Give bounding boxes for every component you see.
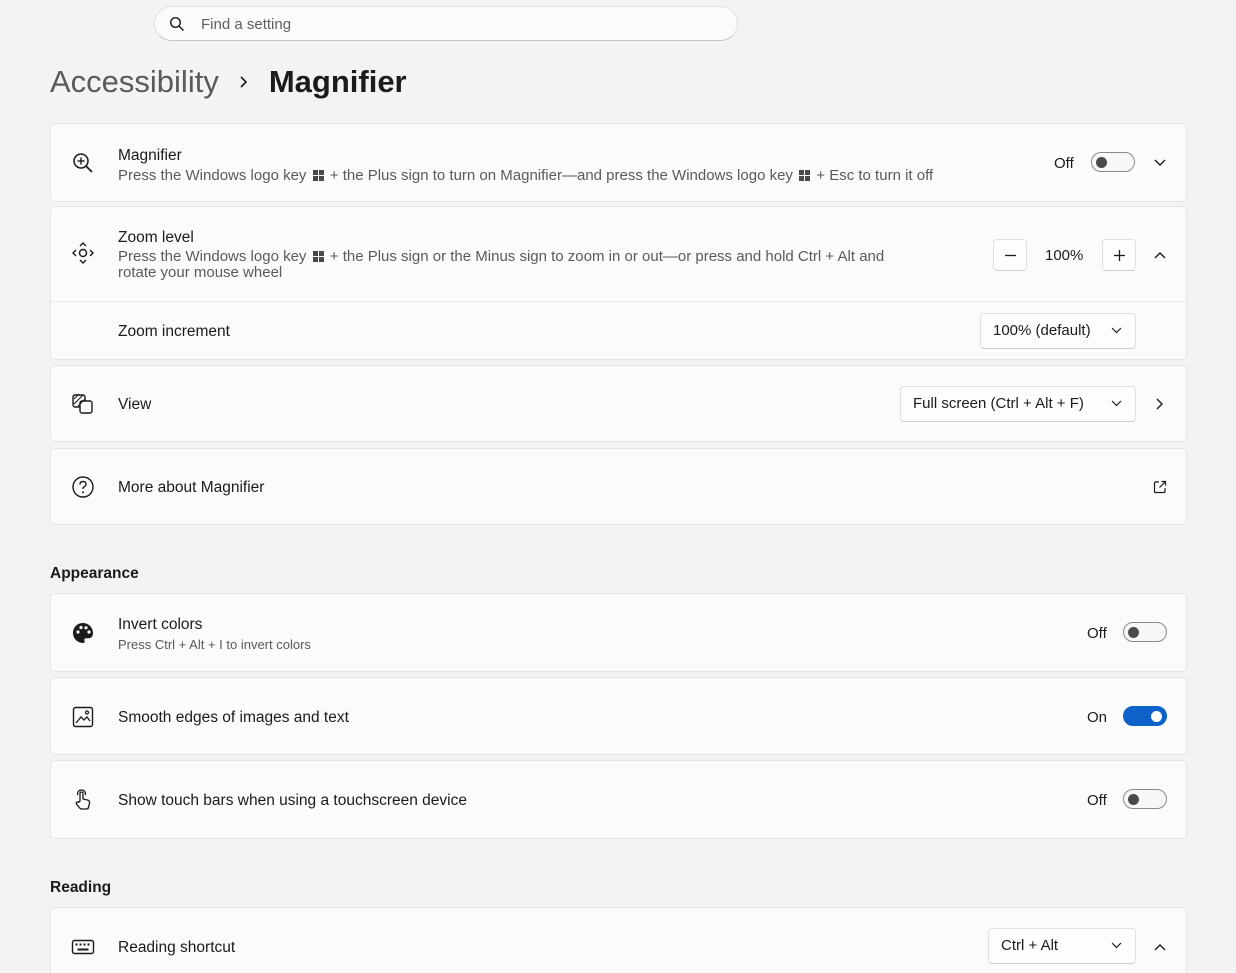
reading-shortcut-card: Reading shortcut Ctrl + Alt [50, 907, 1187, 973]
chevron-right-icon [240, 76, 247, 88]
plus-icon [1114, 250, 1125, 261]
page-title: Magnifier [268, 64, 407, 99]
reading-shortcut-value: Ctrl + Alt [1001, 937, 1059, 954]
zoom-increment-value: 100% (default) [993, 322, 1091, 339]
help-icon [72, 476, 94, 498]
view-dropdown[interactable]: Full screen (Ctrl + Alt + F) [900, 386, 1136, 422]
touch-bars-toggle[interactable] [1123, 789, 1167, 809]
touch-icon [75, 789, 91, 810]
zoom-increment-title: Zoom increment [118, 323, 230, 340]
smooth-edges-toggle[interactable] [1123, 706, 1167, 726]
toggle-knob [1096, 157, 1107, 168]
smooth-edges-card: Smooth edges of images and text On [50, 677, 1187, 755]
reading-shortcut-title: Reading shortcut [118, 939, 236, 956]
invert-colors-title: Invert colors [118, 616, 203, 633]
view-title: View [118, 396, 152, 413]
breadcrumb: Accessibility Magnifier [50, 60, 407, 104]
toggle-knob [1128, 794, 1139, 805]
invert-colors-state: Off [1087, 625, 1107, 642]
keyboard-icon [71, 939, 95, 955]
magnifier-toggle[interactable] [1091, 152, 1135, 172]
appearance-heading: Appearance [50, 565, 139, 582]
toggle-knob [1128, 627, 1139, 638]
zoom-in-button[interactable] [1102, 239, 1136, 271]
chevron-right-icon[interactable] [1153, 397, 1167, 411]
zoom-level-card: Zoom level Press the Windows logo key + … [50, 206, 1187, 360]
move-arrows-icon [72, 242, 94, 264]
magnifier-card[interactable]: Magnifier Press the Windows logo key + t… [50, 123, 1187, 202]
breadcrumb-parent[interactable]: Accessibility [50, 64, 219, 100]
external-link-icon[interactable] [1153, 480, 1167, 494]
windows-logo-icon [799, 170, 811, 181]
more-about-title: More about Magnifier [118, 479, 265, 496]
more-about-card[interactable]: More about Magnifier [50, 448, 1187, 525]
zoom-increment-dropdown[interactable]: 100% (default) [980, 313, 1136, 349]
invert-colors-description: Press Ctrl + Alt + I to invert colors [118, 637, 311, 652]
smooth-edges-title: Smooth edges of images and text [118, 709, 349, 726]
image-icon [72, 706, 94, 728]
magnifier-icon [73, 153, 93, 173]
view-icon [72, 393, 93, 414]
touch-bars-title: Show touch bars when using a touchscreen… [118, 792, 467, 809]
touch-bars-state: Off [1087, 792, 1107, 809]
desc-part: + the Plus sign to turn on Magnifier—and… [329, 167, 793, 184]
search-placeholder: Find a setting [201, 16, 292, 33]
magnifier-title: Magnifier [118, 147, 182, 164]
minus-icon [1005, 254, 1016, 257]
desc-part: + Esc to turn it off [816, 167, 934, 184]
desc-part: Press the Windows logo key [118, 167, 307, 184]
zoom-level-description: Press the Windows logo key + the Plus si… [118, 249, 958, 281]
zoom-level-title: Zoom level [118, 229, 194, 246]
view-card[interactable]: View Full screen (Ctrl + Alt + F) [50, 365, 1187, 442]
view-value: Full screen (Ctrl + Alt + F) [913, 395, 1084, 412]
desc-part: Press the Windows logo key [118, 248, 307, 265]
desc-part: + the Plus sign or the Minus sign to zoo… [329, 248, 885, 265]
invert-colors-toggle[interactable] [1123, 622, 1167, 642]
windows-logo-icon [312, 251, 324, 262]
magnifier-description: Press the Windows logo key + the Plus si… [118, 168, 933, 184]
divider [51, 301, 1186, 302]
chevron-down-icon [1111, 942, 1122, 949]
reading-heading: Reading [50, 879, 112, 896]
chevron-down-icon[interactable] [1153, 156, 1167, 170]
windows-logo-icon [312, 170, 324, 181]
chevron-down-icon [1111, 327, 1122, 334]
chevron-up-icon[interactable] [1153, 940, 1167, 954]
chevron-down-icon [1111, 400, 1122, 407]
smooth-edges-state: On [1087, 709, 1108, 726]
search-icon [169, 16, 184, 31]
zoom-value: 100% [1045, 247, 1084, 264]
chevron-up-icon[interactable] [1153, 248, 1167, 262]
magnifier-state: Off [1054, 155, 1074, 172]
palette-icon [73, 623, 93, 643]
desc-part: rotate your mouse wheel [118, 264, 283, 281]
zoom-out-button[interactable] [993, 239, 1027, 271]
toggle-knob [1151, 711, 1162, 722]
reading-shortcut-dropdown[interactable]: Ctrl + Alt [988, 928, 1136, 964]
touch-bars-card: Show touch bars when using a touchscreen… [50, 760, 1187, 839]
search-box[interactable]: Find a setting [154, 6, 738, 41]
invert-colors-card: Invert colors Press Ctrl + Alt + I to in… [50, 593, 1187, 672]
